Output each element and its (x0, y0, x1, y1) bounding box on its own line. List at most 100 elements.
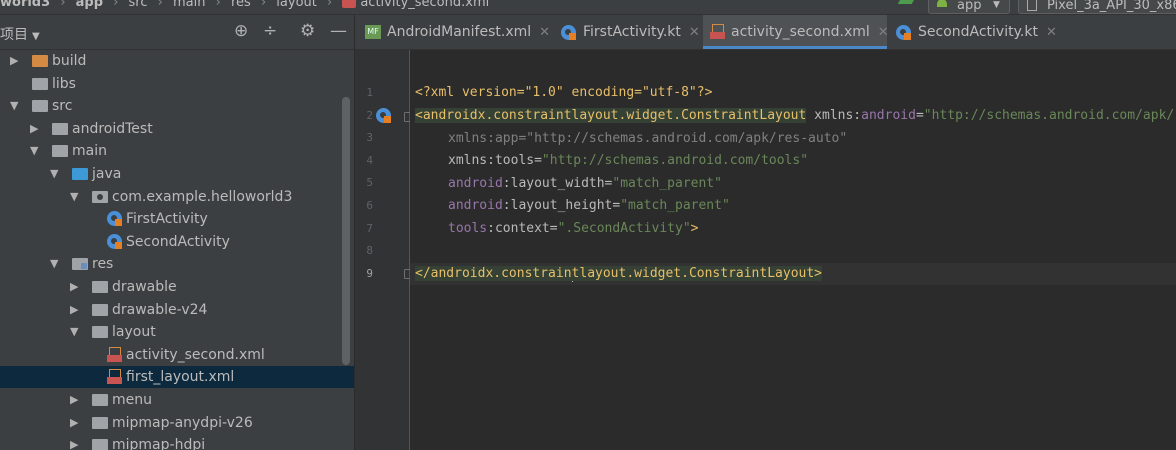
folder-icon (32, 77, 48, 90)
tree-item[interactable]: ▶ drawable (0, 276, 342, 298)
tree-item-label: src (52, 98, 73, 115)
line-number: 9 (366, 266, 373, 280)
tree-scrollbar[interactable] (342, 97, 350, 365)
tree-item[interactable]: ▶ build (0, 50, 342, 72)
tree-item-label: layout (112, 324, 156, 341)
tree-item-label: SecondActivity (126, 233, 230, 250)
chevron-down-icon: ▼ (993, 0, 1000, 10)
close-tag: </androidx.constrain (415, 266, 572, 281)
tree-item-label: mipmap-anydpi-v26 (112, 414, 253, 431)
line-number: 1 (366, 86, 373, 99)
tag-end: > (690, 221, 699, 236)
tree-item-label: FirstActivity (126, 211, 208, 228)
android-icon (937, 0, 947, 7)
kotlin-icon (896, 25, 911, 40)
tree-item[interactable]: ▶ menu (0, 389, 342, 411)
expand-arrow-icon[interactable]: ▶ (70, 389, 82, 411)
phone-icon (1027, 0, 1037, 11)
tree-item[interactable]: ▶ mipmap-hdpi (0, 434, 342, 450)
close-icon[interactable]: ✕ (878, 25, 889, 40)
tab-androidmanifest[interactable]: MF AndroidManifest.xml ✕ (363, 15, 553, 49)
collapse-all-icon[interactable]: ÷ (263, 21, 277, 41)
expand-arrow-icon[interactable]: ▶ (70, 276, 82, 298)
expand-arrow-icon[interactable]: ▶ (70, 299, 82, 321)
collapse-arrow-icon[interactable]: ▼ (50, 163, 62, 185)
device-selector[interactable]: Pixel_3a_API_30_x86 (1018, 0, 1176, 14)
code-line-4: xmlns:tools="http://schemas.android.com/… (448, 150, 1176, 172)
close-tag: tlayout.widget.ConstraintLayout> (571, 266, 822, 281)
editor-tabs: MF AndroidManifest.xml ✕ FirstActivity.kt… (355, 15, 1176, 50)
tab-firstactivity[interactable]: FirstActivity.kt ✕ (557, 15, 702, 49)
breadcrumb-separator: › (113, 0, 119, 10)
xml-file-icon (107, 369, 122, 385)
line-number: 7 (366, 221, 373, 235)
expand-arrow-icon[interactable]: ▶ (30, 118, 42, 140)
expand-arrow-icon[interactable]: ▶ (10, 50, 22, 72)
run-config-label: app (957, 0, 982, 13)
xml-file-icon (107, 346, 122, 362)
tree-item[interactable]: activity_second.xml (0, 344, 342, 366)
breadcrumb-app[interactable]: app (76, 0, 103, 10)
line-number: 3 (366, 131, 373, 145)
hammer-icon[interactable] (897, 0, 917, 4)
xml-icon (710, 24, 725, 39)
breadcrumb-res[interactable]: res (231, 0, 251, 10)
package-icon (92, 190, 108, 203)
folder-icon (32, 55, 48, 67)
code-line-1: <?xml version="1.0" encoding="utf-8"?> (415, 82, 1176, 104)
close-icon[interactable]: ✕ (689, 25, 700, 40)
tab-activity-second[interactable]: activity_second.xml ✕ (703, 15, 889, 49)
collapse-arrow-icon[interactable]: ▼ (50, 253, 62, 275)
expand-arrow-icon[interactable]: ▶ (70, 412, 82, 434)
breadcrumb-project[interactable]: world3 (0, 0, 50, 10)
tree-item-label: java (92, 166, 122, 182)
project-tree[interactable]: ▶ build libs ▼ src ▶ androidTest ▼ main ▼ java ▼ com… (0, 50, 354, 450)
target-icon[interactable]: ⊕ (234, 21, 248, 41)
collapse-arrow-icon[interactable]: ▼ (10, 95, 22, 117)
tree-item[interactable]: ▼ layout (0, 321, 342, 343)
breadcrumb-src[interactable]: src (129, 0, 148, 10)
kotlin-class-gutter-icon[interactable] (376, 108, 391, 123)
editor-gutter[interactable]: 1 2 3 4 5 6 7 8 9 (355, 50, 414, 450)
tree-item[interactable]: ▶ mipmap-anydpi-v26 (0, 412, 342, 434)
tree-item[interactable]: ▶ drawable-v24 (0, 299, 342, 321)
project-view-selector[interactable]: 项目 ▼ (0, 24, 40, 44)
gear-icon[interactable]: ⚙ (300, 21, 315, 41)
tree-item[interactable]: SecondActivity (0, 231, 342, 253)
breadcrumb-separator: › (60, 0, 66, 10)
tree-item[interactable]: ▼ main (0, 140, 342, 162)
breadcrumb-file[interactable]: activity_second.xml (360, 0, 489, 10)
folder-icon (92, 326, 108, 339)
tree-item[interactable]: ▼ com.example.helloworld3 (0, 186, 342, 208)
tree-item[interactable]: ▼ res (0, 253, 342, 275)
code-line-3: xmlns:app="http://schemas.android.com/ap… (448, 128, 1176, 150)
attr-name: :context= (487, 221, 558, 236)
collapse-arrow-icon[interactable]: ▼ (70, 321, 82, 343)
tree-item[interactable]: first_layout.xml (0, 366, 354, 389)
collapse-arrow-icon[interactable]: ▼ (70, 186, 82, 208)
code-editor[interactable]: <?xml version="1.0" encoding="utf-8"?> <… (410, 50, 1176, 450)
tab-secondactivity[interactable]: SecondActivity.kt ✕ (892, 15, 1067, 49)
line-number: 5 (366, 176, 373, 190)
attr-name: :layout_width= (502, 176, 613, 191)
tree-item-label: activity_second.xml (126, 346, 265, 363)
close-icon[interactable]: ✕ (539, 25, 550, 40)
breadcrumb-main[interactable]: main (173, 0, 205, 10)
attr-value: ".SecondActivity" (557, 221, 691, 236)
attr-namespace: tools (448, 221, 488, 236)
run-config-selector[interactable]: app ▼ (928, 0, 1010, 14)
collapse-arrow-icon[interactable]: ▼ (30, 140, 42, 162)
project-panel-header: 项目 ▼ ⊕ ÷ ⚙ — (0, 15, 354, 50)
expand-arrow-icon[interactable]: ▶ (70, 434, 82, 450)
folder-icon (92, 416, 108, 429)
tab-label: FirstActivity.kt (583, 24, 681, 40)
breadcrumb-layout[interactable]: layout (276, 0, 317, 10)
close-icon[interactable]: ✕ (1046, 25, 1057, 40)
minimize-icon[interactable]: — (330, 21, 347, 41)
tree-item-label: mipmap-hdpi (112, 437, 206, 450)
tree-item[interactable]: ▼ java (0, 163, 342, 185)
tree-item[interactable]: libs (0, 73, 342, 95)
tree-item[interactable]: ▼ src (0, 95, 342, 117)
tree-item[interactable]: ▶ androidTest (0, 118, 342, 140)
tree-item[interactable]: FirstActivity (0, 208, 342, 230)
